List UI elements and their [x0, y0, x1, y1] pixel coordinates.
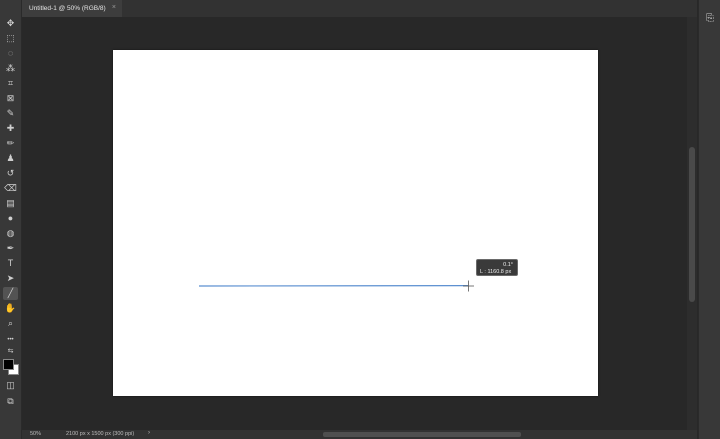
healing-brush-tool-icon[interactable]: ✚	[3, 122, 18, 135]
quick-select-tool-icon[interactable]: ⁂	[3, 62, 18, 75]
type-tool-icon[interactable]: T	[3, 257, 18, 270]
document-info: 2100 px x 1500 px (300 ppi)	[66, 431, 135, 437]
tools-panel: ✥ ⬚ ◌ ⁂ ⌗ ⊠ ✎ ✚ ✏ ♟ ↺ ⌫ ▤ ● ◍ ✒ T ➤ ╱ ✋ …	[0, 0, 22, 439]
lasso-tool-icon[interactable]: ◌	[3, 47, 18, 60]
swap-colors-icon[interactable]: ⇆	[3, 345, 18, 358]
hud-angle: 0.1°	[503, 262, 513, 268]
line-tool-icon[interactable]: ╱	[3, 287, 18, 300]
hand-tool-icon[interactable]: ✋	[3, 302, 18, 315]
clone-stamp-tool-icon[interactable]: ♟	[3, 152, 18, 165]
horizontal-scrollbar-thumb[interactable]	[323, 432, 521, 437]
document-canvas[interactable]	[113, 50, 598, 396]
history-panel-icon[interactable]: ⎘	[704, 13, 716, 25]
screen-mode-icon[interactable]: ⧉	[3, 395, 18, 408]
history-brush-tool-icon[interactable]: ↺	[3, 167, 18, 180]
document-tab[interactable]: Untitled-1 @ 50% (RGB/8) ×	[22, 0, 122, 17]
zoom-level[interactable]: 50%	[30, 431, 41, 437]
document-tab-title: Untitled-1 @ 50% (RGB/8)	[29, 5, 106, 12]
status-menu-arrow-icon[interactable]: ›	[148, 430, 150, 436]
dodge-tool-icon[interactable]: ◍	[3, 227, 18, 240]
brush-tool-icon[interactable]: ✏	[3, 137, 18, 150]
quick-mask-icon[interactable]: ◫	[3, 379, 18, 392]
blur-tool-icon[interactable]: ●	[3, 212, 18, 225]
horizontal-scrollbar[interactable]	[158, 431, 698, 438]
vertical-scrollbar-thumb[interactable]	[689, 147, 695, 302]
gradient-tool-icon[interactable]: ▤	[3, 197, 18, 210]
document-tab-bar: Untitled-1 @ 50% (RGB/8) ×	[22, 0, 697, 17]
eraser-tool-icon[interactable]: ⌫	[3, 182, 18, 195]
line-measure-hud: 0.1° L : 1160.8 px	[476, 259, 518, 276]
right-panel-dock: ⎘	[698, 0, 720, 439]
zoom-tool-icon[interactable]: ⌕	[3, 317, 18, 330]
foreground-color-swatch[interactable]	[3, 359, 14, 370]
vertical-scrollbar[interactable]	[687, 17, 697, 430]
eyedropper-tool-icon[interactable]: ✎	[3, 107, 18, 120]
crop-tool-icon[interactable]: ⌗	[3, 77, 18, 90]
marquee-tool-icon[interactable]: ⬚	[3, 32, 18, 45]
status-bar: 50% 2100 px x 1500 px (300 ppi) ›	[22, 430, 697, 439]
path-select-tool-icon[interactable]: ➤	[3, 272, 18, 285]
close-tab-icon[interactable]: ×	[112, 4, 116, 11]
pen-tool-icon[interactable]: ✒	[3, 242, 18, 255]
frame-tool-icon[interactable]: ⊠	[3, 92, 18, 105]
hud-length: L : 1160.8 px	[480, 269, 512, 275]
move-tool-icon[interactable]: ✥	[3, 17, 18, 30]
